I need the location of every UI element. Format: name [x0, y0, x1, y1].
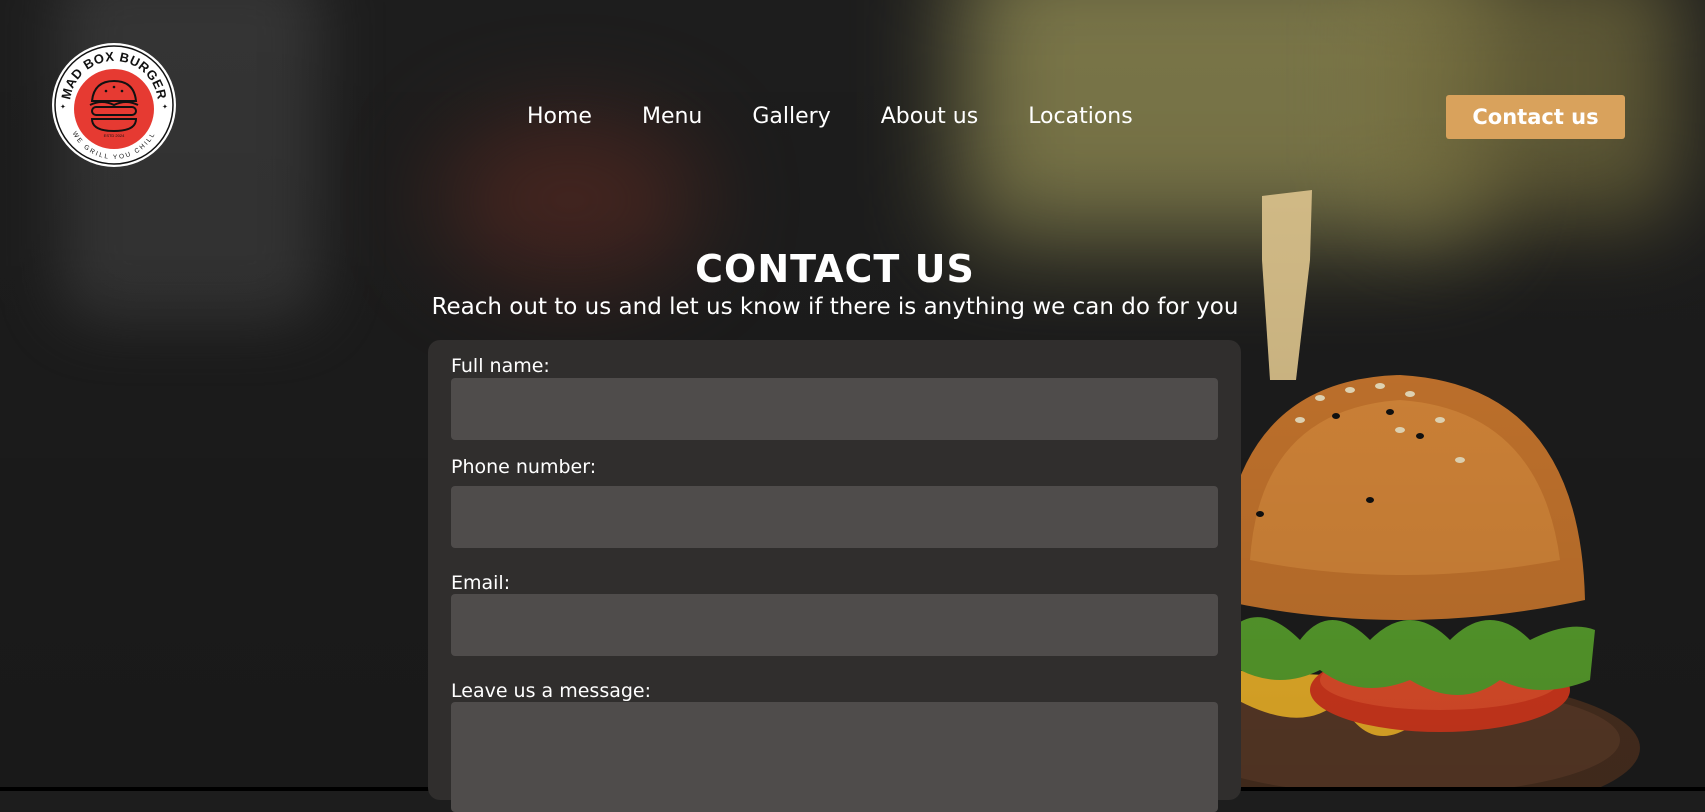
- burger-logo-icon: MAD BOX BURGER WE GRILL YOU CHILL ESTD 2…: [52, 43, 176, 167]
- message-label: Leave us a message:: [451, 680, 652, 702]
- svg-text:ESTD 2024: ESTD 2024: [104, 133, 125, 138]
- email-label: Email:: [451, 572, 511, 594]
- svg-text:✦: ✦: [60, 103, 66, 111]
- svg-text:✦: ✦: [162, 103, 168, 111]
- email-input[interactable]: [451, 594, 1218, 656]
- contact-us-button[interactable]: Contact us: [1446, 95, 1625, 139]
- nav-menu[interactable]: Menu: [642, 103, 702, 131]
- page-subtitle: Reach out to us and let us know if there…: [431, 294, 1239, 320]
- brand-logo[interactable]: MAD BOX BURGER WE GRILL YOU CHILL ESTD 2…: [50, 41, 178, 169]
- phone-number-label: Phone number:: [451, 456, 597, 478]
- nav-about-us[interactable]: About us: [881, 103, 978, 131]
- contact-form: Full name: Phone number: Email: Leave us…: [428, 340, 1241, 812]
- message-textarea[interactable]: [451, 702, 1218, 812]
- nav-gallery[interactable]: Gallery: [752, 103, 830, 131]
- nav-locations[interactable]: Locations: [1028, 103, 1133, 131]
- nav-home[interactable]: Home: [527, 103, 592, 131]
- page-title: CONTACT US: [695, 247, 975, 291]
- full-name-input[interactable]: [451, 378, 1218, 440]
- full-name-label: Full name:: [451, 355, 550, 377]
- main-nav: Home Menu Gallery About us Locations: [527, 103, 1133, 131]
- phone-number-input[interactable]: [451, 486, 1218, 548]
